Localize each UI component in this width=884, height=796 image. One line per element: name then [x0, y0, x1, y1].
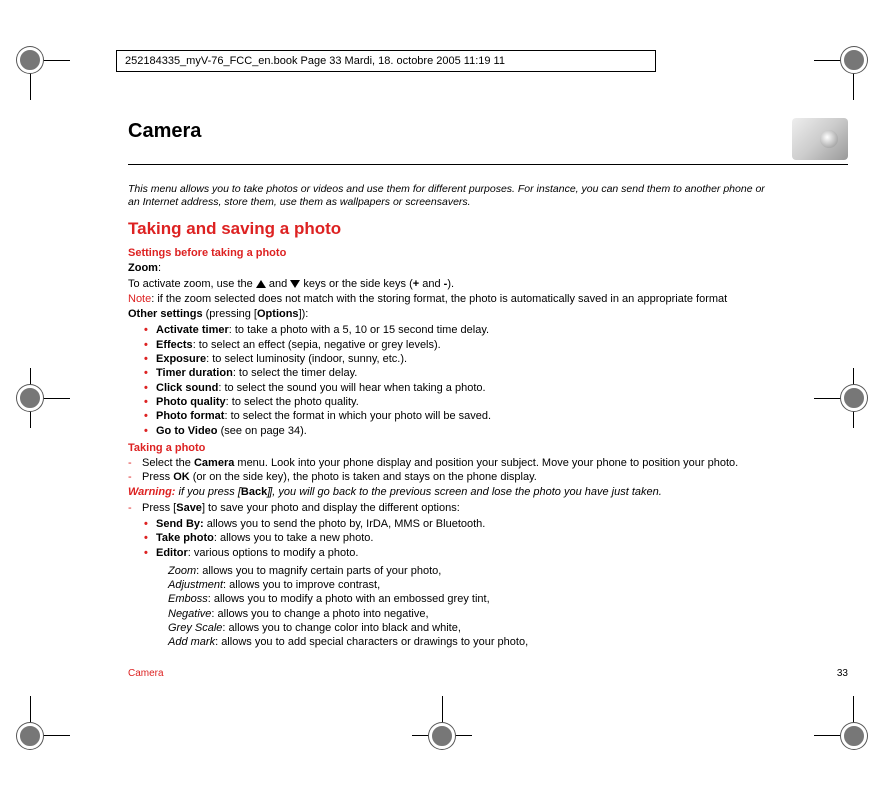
- step-line: Press OK (or on the side key), the photo…: [128, 470, 848, 484]
- other-settings-line: Other settings (pressing [Options]):: [128, 307, 848, 321]
- list-item: Editor: various options to modify a phot…: [156, 546, 848, 560]
- note-line: Note: if the zoom selected does not matc…: [128, 292, 848, 306]
- list-item: Effects: to select an effect (sepia, neg…: [156, 338, 848, 352]
- warning-line: Warning: if you press [Back]], you will …: [128, 485, 848, 499]
- camera-icon: [792, 118, 848, 160]
- crop-mark: [824, 706, 884, 766]
- crop-mark: [824, 30, 884, 90]
- zoom-label-line: Zoom:: [128, 261, 848, 275]
- page-title: Camera: [128, 120, 201, 143]
- editor-sub-item: Zoom: allows you to magnify certain part…: [128, 564, 848, 578]
- editor-sub-item: Adjustment: allows you to improve contra…: [128, 578, 848, 592]
- page-footer: Camera 33: [128, 668, 848, 679]
- crop-mark: [412, 706, 472, 766]
- triangle-up-icon: [256, 280, 266, 288]
- list-item: Go to Video (see on page 34).: [156, 424, 848, 438]
- list-item: Take photo: allows you to take a new pho…: [156, 531, 848, 545]
- options-list: Activate timer: to take a photo with a 5…: [128, 323, 848, 437]
- zoom-instruction: To activate zoom, use the and keys or th…: [128, 277, 848, 291]
- step-line: Select the Camera menu. Look into your p…: [128, 456, 848, 470]
- page-number: 33: [837, 668, 848, 679]
- footer-section-name: Camera: [128, 668, 164, 679]
- list-item: Photo quality: to select the photo quali…: [156, 395, 848, 409]
- editor-sub-item: Grey Scale: allows you to change color i…: [128, 621, 848, 635]
- section-heading: Taking and saving a photo: [128, 219, 848, 239]
- taking-subheading: Taking a photo: [128, 442, 848, 454]
- page-content: Camera This menu allows you to take phot…: [128, 120, 848, 650]
- crop-mark: [0, 706, 60, 766]
- list-item: Click sound: to select the sound you wil…: [156, 381, 848, 395]
- list-item: Timer duration: to select the timer dela…: [156, 366, 848, 380]
- editor-sub-item: Add mark: allows you to add special char…: [128, 635, 848, 649]
- editor-sub-item: Negative: allows you to change a photo i…: [128, 607, 848, 621]
- list-item: Send By: allows you to send the photo by…: [156, 517, 848, 531]
- triangle-down-icon: [290, 280, 300, 288]
- editor-sub-item: Emboss: allows you to modify a photo wit…: [128, 592, 848, 606]
- list-item: Activate timer: to take a photo with a 5…: [156, 323, 848, 337]
- crop-mark: [0, 368, 60, 428]
- page-header-bar: 252184335_myV-76_FCC_en.book Page 33 Mar…: [116, 50, 656, 72]
- intro-paragraph: This menu allows you to take photos or v…: [128, 183, 768, 209]
- save-options-list: Send By: allows you to send the photo by…: [128, 517, 848, 560]
- list-item: Exposure: to select luminosity (indoor, …: [156, 352, 848, 366]
- save-line: Press [Save] to save your photo and disp…: [128, 501, 848, 515]
- list-item: Photo format: to select the format in wh…: [156, 409, 848, 423]
- settings-subheading: Settings before taking a photo: [128, 247, 848, 259]
- crop-mark: [0, 30, 60, 90]
